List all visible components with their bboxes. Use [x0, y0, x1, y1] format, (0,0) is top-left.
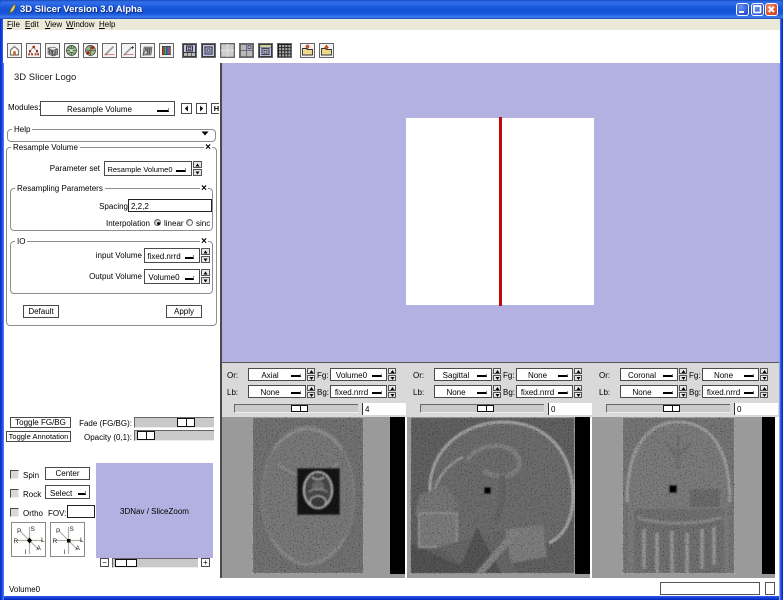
svg-text:L: L: [41, 537, 45, 544]
svg-text:A: A: [76, 545, 81, 552]
svg-text:S: S: [70, 526, 75, 533]
svg-text:R: R: [14, 538, 19, 545]
svg-text:R: R: [53, 538, 58, 545]
svg-text:P: P: [17, 528, 21, 535]
svg-text:I: I: [25, 549, 27, 556]
svg-text:I: I: [64, 549, 66, 556]
svg-text:A: A: [37, 545, 42, 552]
svg-text:L: L: [80, 537, 84, 544]
svg-text:P: P: [56, 528, 60, 535]
svg-text:S: S: [31, 526, 36, 533]
